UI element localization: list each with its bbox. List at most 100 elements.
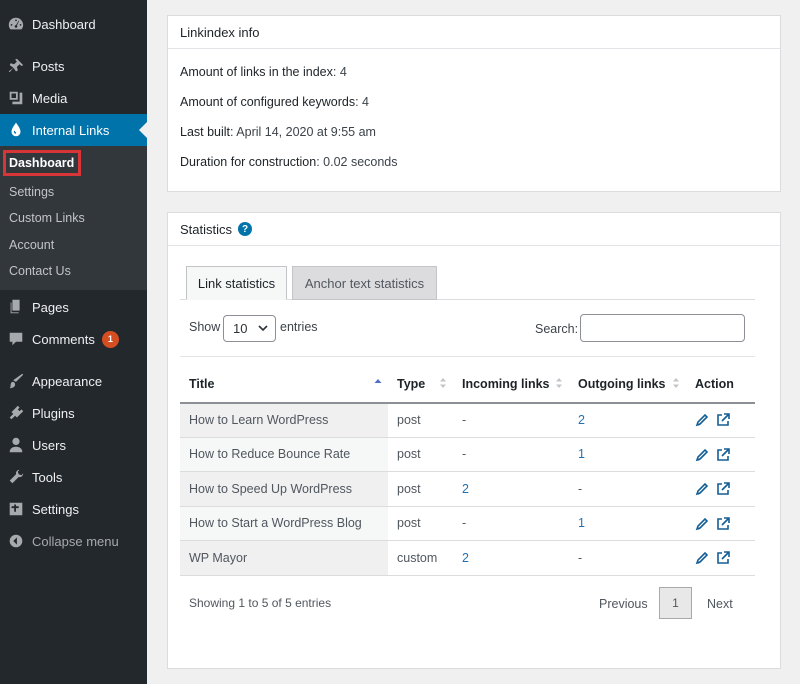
menu-internal-links[interactable]: Internal Links — [0, 114, 147, 146]
col-incoming-label: Incoming links — [462, 376, 550, 391]
cell-type: custom — [388, 540, 453, 576]
menu-comments[interactable]: Comments 1 — [0, 323, 147, 355]
external-link-icon[interactable] — [716, 447, 730, 462]
info-keywords-value: 4 — [362, 95, 369, 109]
col-title[interactable]: Title — [180, 356, 388, 404]
menu-settings[interactable]: Settings — [0, 493, 147, 525]
cell-action — [686, 506, 755, 541]
cell-outgoing: 1 — [569, 506, 686, 541]
incoming-link[interactable]: 2 — [462, 551, 469, 565]
col-title-label: Title — [189, 376, 215, 391]
table-row: How to Reduce Bounce Rate post - 1 — [180, 437, 755, 472]
menu-plugins[interactable]: Plugins — [0, 397, 147, 429]
edit-icon[interactable] — [695, 551, 709, 565]
edit-icon[interactable] — [695, 517, 709, 531]
cell-incoming: 2 — [453, 471, 569, 507]
external-link-icon[interactable] — [716, 413, 730, 427]
table-row: How to Learn WordPress post - 2 — [180, 402, 755, 438]
sort-icon — [673, 378, 679, 388]
tab-link-statistics[interactable]: Link statistics — [186, 266, 287, 300]
entries-label: entries — [280, 320, 318, 334]
menu-media[interactable]: Media — [0, 82, 147, 114]
next-button[interactable]: Next — [707, 597, 733, 611]
cell-title: How to Speed Up WordPress — [180, 471, 388, 507]
edit-icon[interactable] — [695, 482, 709, 496]
pages-icon — [0, 298, 32, 316]
pin-icon — [0, 57, 32, 75]
info-links-value: 4 — [339, 65, 347, 79]
menu-dashboard[interactable]: Dashboard — [0, 8, 147, 40]
submenu-settings[interactable]: Settings — [9, 185, 54, 199]
cell-action — [686, 437, 755, 472]
info-keywords-key: Amount of configured keywords — [180, 95, 356, 109]
external-link-icon[interactable] — [716, 551, 730, 565]
entries-select[interactable]: 10 — [223, 315, 276, 342]
comment-icon — [0, 330, 32, 348]
col-type-label: Type — [397, 376, 426, 391]
collapse-menu-button[interactable]: Collapse menu — [0, 525, 147, 557]
statistics-panel: Statistics ? Link statistics Anchor text… — [167, 212, 781, 669]
col-action-label: Action — [695, 376, 734, 391]
outgoing-link[interactable]: 1 — [578, 447, 585, 461]
cell-type: post — [388, 437, 453, 472]
internal-links-submenu: Dashboard Settings Custom Links Account … — [0, 146, 147, 290]
tab-anchor-text-statistics[interactable]: Anchor text statistics — [292, 266, 437, 300]
sort-icon — [440, 378, 446, 388]
chevron-down-icon — [258, 325, 268, 332]
submenu-contact-us[interactable]: Contact Us — [9, 264, 71, 278]
menu-users-label: Users — [32, 437, 66, 453]
cell-type: post — [388, 402, 453, 438]
col-outgoing-links[interactable]: Outgoing links — [569, 356, 686, 404]
linkindex-info-panel: Linkindex info Amount of links in the in… — [167, 15, 781, 192]
statistics-header: Statistics ? — [168, 213, 780, 246]
menu-appearance[interactable]: Appearance — [0, 365, 147, 397]
statistics-title: Statistics — [180, 221, 233, 237]
edit-icon[interactable] — [695, 448, 709, 462]
menu-tools[interactable]: Tools — [0, 461, 147, 493]
menu-posts[interactable]: Posts — [0, 50, 147, 82]
menu-posts-label: Posts — [32, 58, 65, 74]
link-statistics-table: Title Type Incoming links Outgoing links… — [180, 356, 755, 576]
outgoing-link[interactable]: 1 — [578, 516, 585, 530]
col-type[interactable]: Type — [388, 356, 453, 404]
info-links-key: Amount of links in the index — [180, 65, 333, 79]
table-row: WP Mayor custom 2 - — [180, 540, 755, 576]
media-icon — [0, 89, 32, 107]
submenu-account[interactable]: Account — [9, 238, 54, 252]
outgoing-link[interactable]: 2 — [578, 413, 585, 427]
edit-icon[interactable] — [695, 413, 709, 427]
submenu-dashboard[interactable]: Dashboard — [3, 150, 82, 176]
comments-count-badge: 1 — [101, 330, 119, 348]
cell-type: post — [388, 471, 453, 507]
menu-users[interactable]: Users — [0, 429, 147, 461]
info-duration-key: Duration for construction — [180, 155, 317, 169]
cell-action — [686, 471, 755, 507]
info-links-count: Amount of links in the index: 4 — [180, 65, 347, 79]
external-link-icon[interactable] — [716, 516, 730, 531]
submenu-custom-links[interactable]: Custom Links — [9, 211, 85, 225]
cell-type: post — [388, 506, 453, 541]
search-input[interactable] — [580, 314, 745, 342]
incoming-link[interactable]: 2 — [462, 482, 469, 496]
settings-icon — [0, 500, 32, 518]
cell-action — [686, 540, 755, 576]
table-header-row: Title Type Incoming links Outgoing links… — [180, 356, 755, 404]
menu-pages-label: Pages — [32, 299, 69, 315]
menu-dashboard-label: Dashboard — [32, 16, 96, 32]
cell-title: WP Mayor — [180, 540, 388, 576]
cell-title: How to Reduce Bounce Rate — [180, 437, 388, 472]
collapse-menu-label: Collapse menu — [32, 533, 119, 549]
menu-pages[interactable]: Pages — [0, 291, 147, 323]
menu-internal-links-label: Internal Links — [32, 122, 110, 138]
external-link-icon[interactable] — [716, 482, 730, 496]
help-icon[interactable]: ? — [238, 222, 253, 236]
brush-icon — [0, 372, 32, 390]
page-1-button[interactable]: 1 — [659, 587, 692, 619]
user-icon — [0, 436, 32, 454]
info-duration-value: 0.02 seconds — [323, 155, 398, 169]
previous-button[interactable]: Previous — [599, 597, 648, 611]
cell-outgoing: - — [569, 471, 686, 507]
col-incoming-links[interactable]: Incoming links — [453, 356, 569, 404]
sort-icon — [556, 378, 562, 388]
linkindex-info-title: Linkindex info — [168, 16, 780, 49]
